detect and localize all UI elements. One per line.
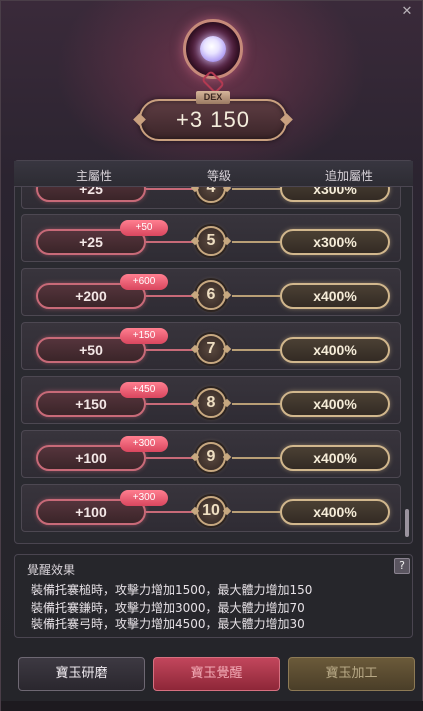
table-row: +25 +50 5 x300%: [21, 214, 401, 262]
table-header: 主屬性 等級 追加屬性: [14, 161, 413, 187]
additional-stat-value: x400%: [280, 445, 390, 471]
connector-line: [146, 188, 196, 190]
level-badge: 6: [196, 280, 226, 310]
bonus-stat-badge: +600: [120, 274, 168, 290]
table-row: +100 +300 9 x400%: [21, 430, 401, 478]
connector-line: [232, 241, 280, 243]
table-row: +150 +450 8 x400%: [21, 376, 401, 424]
level-badge: 9: [196, 442, 226, 472]
connector-line: [146, 457, 196, 459]
help-button[interactable]: ?: [394, 558, 410, 574]
connector-line: [232, 295, 280, 297]
gem-icon: [200, 36, 226, 62]
stat-total-value: +3 150: [176, 107, 250, 132]
additional-stat-value: x300%: [280, 187, 390, 202]
gem-polish-button[interactable]: 寶玉研磨: [18, 657, 145, 691]
header-main-stat: 主屬性: [75, 169, 112, 183]
level-badge: 10: [196, 496, 226, 526]
level-badge: 7: [196, 334, 226, 364]
connector-line: [232, 457, 280, 459]
bonus-stat-badge: +300: [120, 436, 168, 452]
level-badge: 8: [196, 388, 226, 418]
table-row: +200 +600 6 x400%: [21, 268, 401, 316]
effect-line: 裝備托褰弓時，攻擊力增加4500，最大體力增加30: [31, 617, 305, 631]
additional-stat-value: x400%: [280, 391, 390, 417]
connector-line: [232, 403, 280, 405]
header-level: 等級: [206, 169, 231, 183]
gem-emblem: [183, 19, 243, 79]
additional-stat-value: x400%: [280, 499, 390, 525]
effect-line: 裝備托褰鎌時，攻擊力增加3000，最大體力增加70: [31, 601, 305, 615]
additional-stat-value: x400%: [280, 337, 390, 363]
connector-line: [146, 295, 196, 297]
connector-line: [232, 511, 280, 513]
scrollbar-track[interactable]: [405, 188, 409, 540]
level-rows-list[interactable]: +25 4 x300% +25 +50 5 x300% +200 +600 6 …: [21, 187, 403, 544]
level-badge: 4: [196, 187, 226, 203]
bonus-stat-badge: +300: [120, 490, 168, 506]
table-row: +50 +150 7 x400%: [21, 322, 401, 370]
table-row: +100 +300 10 x400%: [21, 484, 401, 532]
additional-stat-value: x300%: [280, 229, 390, 255]
connector-line: [146, 349, 196, 351]
bonus-stat-badge: +150: [120, 328, 168, 344]
connector-line: [232, 349, 280, 351]
bonus-stat-badge: +450: [120, 382, 168, 398]
bonus-stat-badge: +50: [120, 220, 168, 236]
connector-line: [232, 188, 280, 190]
awakening-effect-title: 覺醒效果: [27, 563, 76, 577]
gem-awakening-window: ✕ DEX +3 150 主屬性 等級 追加屬性 +25 4 x300% +25…: [0, 0, 423, 711]
connector-line: [146, 511, 196, 513]
connector-line: [146, 403, 196, 405]
table-row: +25 4 x300%: [21, 187, 401, 209]
gem-awaken-button[interactable]: 寶玉覺醒: [153, 657, 280, 691]
additional-stat-value: x400%: [280, 283, 390, 309]
scrollbar-thumb[interactable]: [405, 509, 409, 537]
connector-line: [146, 241, 196, 243]
header-additional-stat: 追加屬性: [324, 169, 373, 183]
gem-process-button[interactable]: 寶玉加工: [288, 657, 415, 691]
effect-line: 裝備托褰槌時，攻擊力增加1500，最大體力增加150: [31, 583, 313, 597]
bottom-strip: [1, 701, 423, 711]
stat-type-tag: DEX: [196, 91, 230, 104]
level-badge: 5: [196, 226, 226, 256]
main-stat-value: +25: [36, 187, 146, 202]
close-button[interactable]: ✕: [400, 5, 414, 19]
